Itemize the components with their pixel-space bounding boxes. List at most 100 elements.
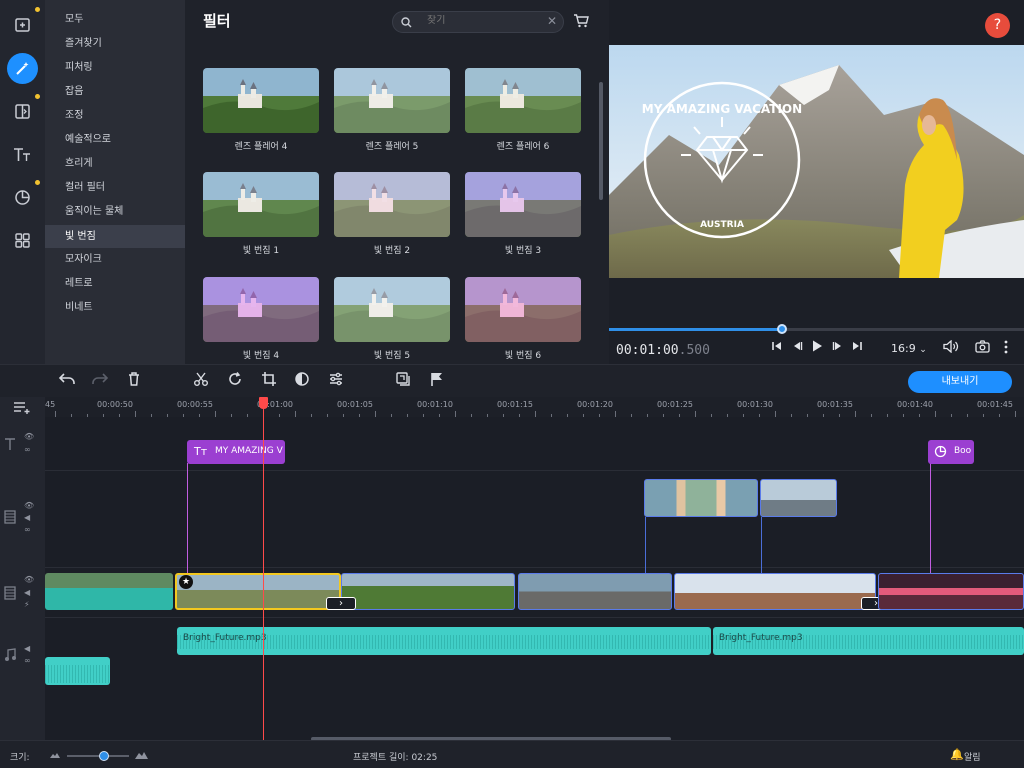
title-clip[interactable]: Tт MY AMAZING V [187,440,285,464]
video-preview[interactable]: MY AMAZING VACATION AUSTRIA [609,45,1024,278]
speaker-icon[interactable]: ◀ [24,588,30,597]
marker-flag-icon[interactable] [427,371,447,387]
overlay-lane [45,471,1024,568]
time-ruler[interactable]: 45 00:00:50 00:00:55 00:01:00 00:01:05 00:01:… [45,397,1024,417]
transitions-button[interactable] [7,94,40,127]
category-item[interactable]: 즐겨찾기 [45,32,185,55]
transition-marker[interactable]: › [326,597,356,610]
category-item[interactable]: 흐리게 [45,152,185,175]
play-icon[interactable] [810,339,824,353]
skip-start-icon[interactable] [771,340,783,352]
speaker-icon[interactable]: ◀ [24,644,30,653]
category-item[interactable]: 잡음 [45,80,185,103]
video-clip-selected[interactable]: ★ [175,573,341,610]
playhead-handle[interactable] [259,397,268,409]
clip-properties-icon[interactable] [393,371,413,387]
undo-icon[interactable] [57,371,77,387]
link-icon[interactable]: ∞ [24,656,31,665]
category-item[interactable]: 모자이크 [45,248,185,271]
category-item[interactable]: 조정 [45,104,185,127]
skip-end-icon[interactable] [851,340,863,352]
audio-clip[interactable]: Bright_Future.mp3 [713,627,1024,655]
filter-thumbnail[interactable] [203,277,319,342]
add-track-icon[interactable] [13,400,33,414]
filters-button[interactable] [7,53,38,84]
titles-button[interactable] [7,139,38,170]
notification-dot [35,7,40,12]
filter-thumbnail[interactable] [334,68,450,133]
ruler-tick-label: 00:01:35 [817,400,853,409]
eye-icon[interactable]: 👁 [24,575,34,584]
overlay-clip[interactable] [760,479,837,517]
export-button[interactable]: 내보내기 [908,371,1012,393]
filter-thumbnail[interactable] [465,277,581,342]
prev-frame-icon[interactable] [791,340,803,352]
filter-thumbnail[interactable] [334,277,450,342]
filter-thumbnail[interactable] [334,172,450,237]
favorite-star-icon[interactable]: ★ [179,575,193,589]
volume-icon[interactable] [943,340,959,353]
playhead-line[interactable] [263,397,264,740]
next-frame-icon[interactable] [832,340,844,352]
video-clip[interactable] [45,573,173,610]
category-item-selected[interactable]: 빛 번짐 [45,225,185,248]
zoom-out-icon[interactable] [49,751,61,759]
eye-icon[interactable]: 👁 [24,501,34,510]
filter-thumbnail[interactable] [465,172,581,237]
castle-image [334,172,450,237]
filter-thumbnail-label: 렌즈 플레어 4 [234,142,288,152]
video-clip[interactable] [674,573,876,610]
filter-thumbnail[interactable] [203,68,319,133]
progress-knob[interactable] [777,324,787,334]
aspect-ratio-select[interactable]: 16:9 ⌄ [891,342,927,355]
zoom-slider-track[interactable] [67,755,129,757]
video-clip[interactable] [341,573,515,610]
delete-icon[interactable] [124,371,144,387]
category-item[interactable]: 피처링 [45,56,185,79]
category-item[interactable]: 예술적으로 [45,128,185,151]
more-options-icon[interactable] [1003,340,1009,354]
category-item[interactable]: 움직이는 물체 [45,200,185,223]
filter-thumbnail[interactable] [465,68,581,133]
search-box[interactable]: ✕ [392,11,564,33]
audio-clip[interactable]: Bright_Future.mp3 [177,627,711,655]
mute-link-icon[interactable]: ⚡ [24,600,30,609]
redo-icon[interactable] [90,371,110,387]
color-adjust-icon[interactable] [292,371,312,387]
search-input[interactable] [427,15,537,26]
overlay-clip[interactable] [644,479,758,517]
timecode-main: 00:01:00 [616,343,679,358]
add-media-button[interactable] [7,7,40,40]
speaker-icon[interactable]: ◀ [24,513,30,522]
link-icon[interactable]: ∞ [24,525,31,534]
ruler-tick-label: 00:01:10 [417,400,453,409]
notifications-label[interactable]: 알림 [964,750,981,763]
video-clip[interactable] [518,573,672,610]
more-tools-button[interactable] [7,225,38,256]
snapshot-icon[interactable] [975,340,990,353]
filter-category-list: 모두 즐겨찾기 피처링 잡음 조정 예술적으로 흐리게 컬러 필터 움직이는 물… [45,0,185,364]
link-icon[interactable]: ∞ [24,445,31,454]
category-item[interactable]: 모두 [45,8,185,31]
help-button[interactable]: ? [985,13,1010,38]
audio-clip[interactable] [45,657,110,685]
zoom-in-icon[interactable] [134,750,149,760]
sticker-clip[interactable]: Boo [928,440,974,464]
crop-icon[interactable] [259,371,279,387]
clear-search-icon[interactable]: ✕ [547,14,557,28]
browser-scrollbar[interactable] [599,82,603,200]
category-item[interactable]: 레트로 [45,272,185,295]
properties-icon[interactable] [326,371,346,387]
stickers-button[interactable] [7,180,40,213]
link-line [645,517,646,576]
eye-icon[interactable]: 👁 [24,432,34,441]
zoom-slider-knob[interactable] [99,751,109,761]
category-item[interactable]: 비네트 [45,296,185,319]
video-clip[interactable] [878,573,1024,610]
rotate-icon[interactable] [225,371,245,387]
category-item[interactable]: 컬러 필터 [45,176,185,199]
bell-icon[interactable]: 🔔 [950,748,964,761]
cut-icon[interactable] [191,371,211,387]
cart-icon[interactable] [573,13,589,28]
filter-thumbnail[interactable] [203,172,319,237]
